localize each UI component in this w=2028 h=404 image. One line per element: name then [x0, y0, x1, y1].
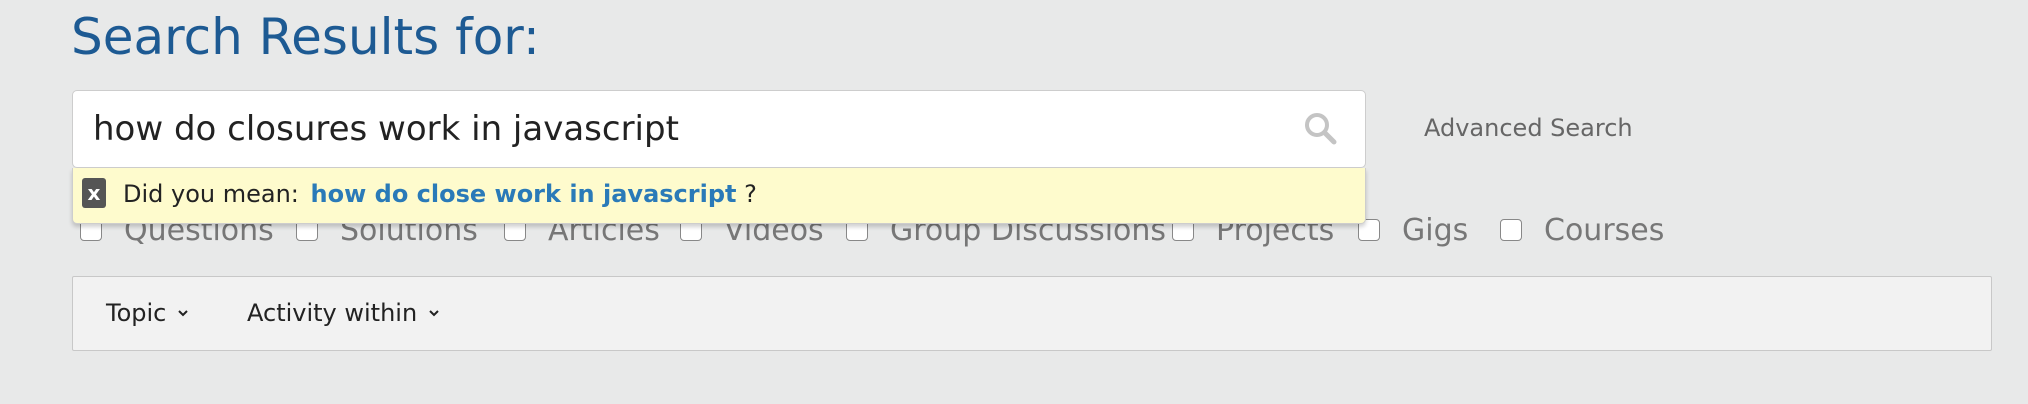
filter-checkbox[interactable] — [1500, 219, 1522, 241]
chevron-down-icon — [178, 310, 189, 317]
did-you-mean-banner: x Did you mean: how do close work in jav… — [72, 168, 1366, 224]
filter-label: Courses — [1544, 212, 1665, 248]
chevron-down-icon — [429, 310, 439, 317]
topic-dropdown[interactable]: Topic — [106, 299, 189, 327]
filter-label: Gigs — [1402, 212, 1469, 248]
filter-courses[interactable]: Courses — [1500, 208, 1664, 252]
suggestion-suffix: ? — [744, 180, 757, 208]
search-input[interactable] — [93, 91, 1273, 167]
search-box — [72, 90, 1366, 168]
suggestion-text: Did you mean: how do close work in javas… — [123, 180, 757, 208]
suggested-query-link[interactable]: how do close work in javascript — [311, 180, 737, 208]
filter-gigs[interactable]: Gigs — [1358, 208, 1468, 252]
topic-dropdown-label: Topic — [106, 299, 167, 327]
search-icon[interactable] — [1303, 111, 1339, 147]
advanced-search-link[interactable]: Advanced Search — [1424, 114, 1633, 142]
page-title: Search Results for: — [71, 8, 540, 66]
dismiss-suggestion-button[interactable]: x — [82, 178, 106, 208]
activity-dropdown-label: Activity within — [247, 299, 418, 327]
activity-within-dropdown[interactable]: Activity within — [247, 299, 439, 327]
suggestion-prefix: Did you mean: — [123, 180, 299, 208]
filter-bar: Topic Activity within — [72, 276, 1992, 351]
